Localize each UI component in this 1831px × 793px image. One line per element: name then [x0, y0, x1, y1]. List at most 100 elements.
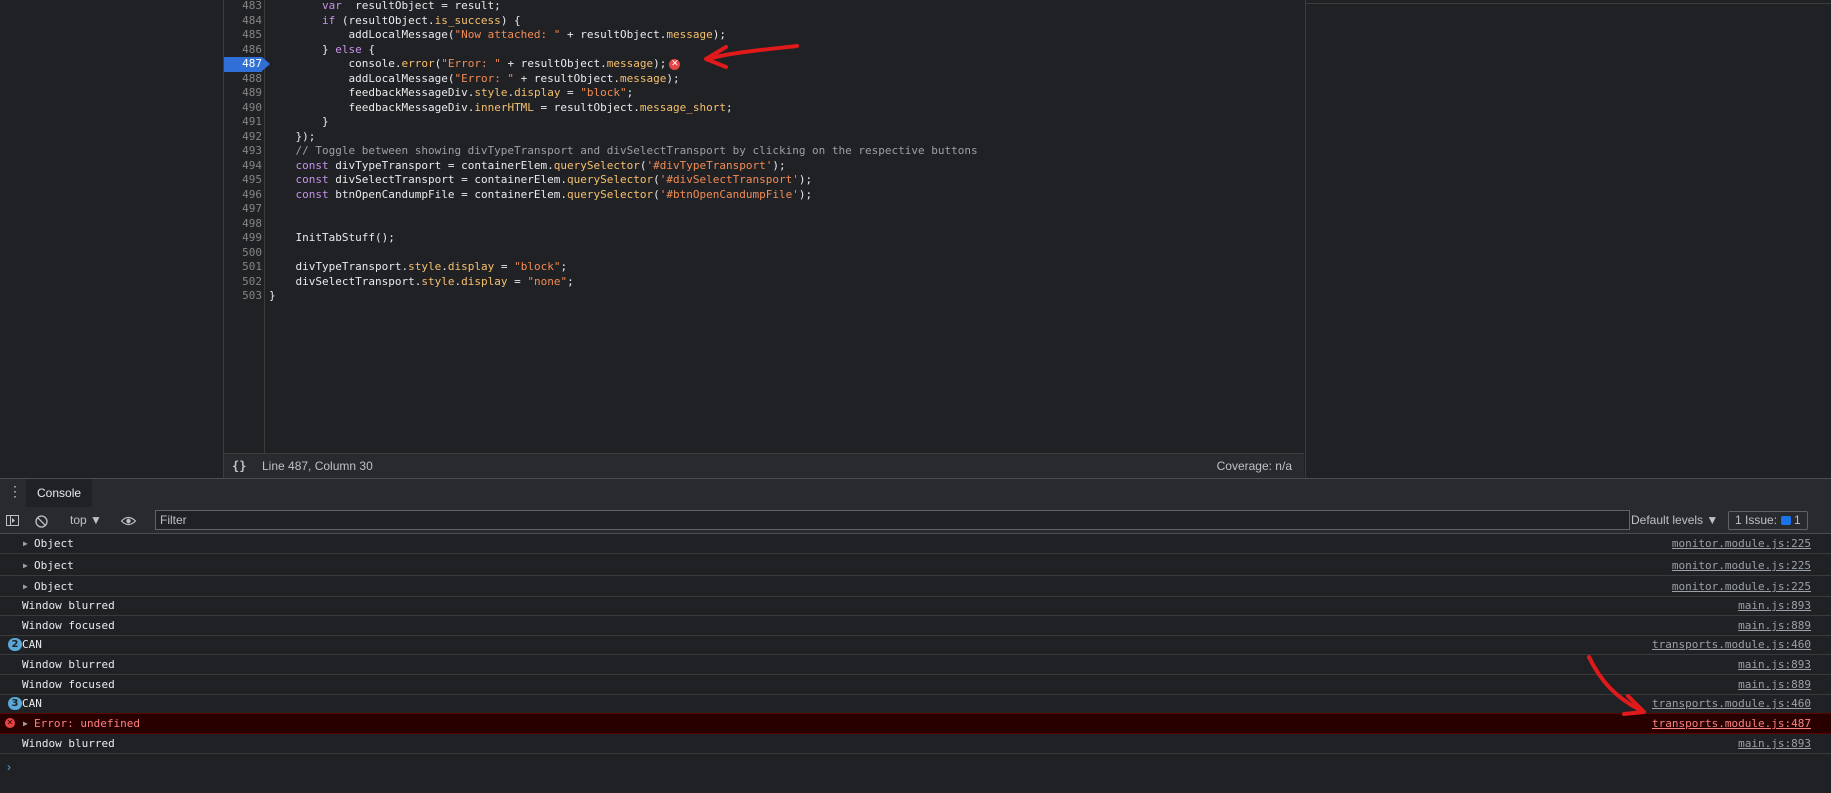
line-number[interactable]: 495	[224, 173, 262, 188]
line-number[interactable]: 488	[224, 72, 262, 87]
source-link[interactable]: transports.module.js:460	[1652, 635, 1811, 654]
line-number[interactable]: 502	[224, 275, 262, 290]
line-number[interactable]: 497	[224, 202, 262, 217]
code-token: message	[606, 57, 654, 70]
code-token: else	[335, 42, 362, 56]
code-editor[interactable]: 483 484 485 486 487 488 489 490 491 492 493 494 495 4…	[224, 0, 1304, 453]
source-link[interactable]: monitor.module.js:225	[1672, 556, 1811, 575]
console-message-text: Object	[34, 537, 74, 550]
console-row[interactable]: Window focused main.js:889	[0, 675, 1831, 695]
line-number[interactable]: 483	[224, 0, 262, 14]
line-number[interactable]: 500	[224, 246, 262, 261]
line-number[interactable]: 501	[224, 260, 262, 275]
code-line[interactable]: feedbackMessageDiv.innerHTML = resultObj…	[269, 100, 733, 116]
code-token: (	[653, 187, 660, 201]
code-line[interactable]: console.error("Error: " + resultObject.m…	[269, 57, 681, 72]
code-token: is_success	[434, 13, 501, 27]
source-link[interactable]: monitor.module.js:225	[1672, 577, 1811, 596]
code-line[interactable]: divSelectTransport.style.display = "none…	[269, 275, 574, 290]
console-row[interactable]: 3 CAN transports.module.js:460	[0, 694, 1831, 714]
console-messages[interactable]: ▶ Object monitor.module.js:225 ▶ Object monit…	[0, 534, 1831, 793]
code-token: divTypeTransport = containerElem.	[328, 158, 554, 172]
expand-triangle-icon[interactable]: ▶	[23, 556, 28, 575]
line-number[interactable]: 486	[224, 43, 262, 58]
code-token: "Error: "	[454, 71, 515, 85]
source-link[interactable]: transports.module.js:460	[1652, 694, 1811, 713]
issues-button[interactable]: 1 Issue: 1	[1728, 511, 1808, 530]
error-icon: ✕	[5, 718, 15, 728]
code-line[interactable]: feedbackMessageDiv.style.display = "bloc…	[269, 86, 633, 101]
source-link[interactable]: main.js:893	[1738, 596, 1811, 615]
code-line[interactable]: }	[269, 289, 276, 304]
console-row[interactable]: ▶ Object monitor.module.js:225	[0, 577, 1831, 597]
code-line[interactable]: divTypeTransport.style.display = "block"…	[269, 260, 568, 275]
console-row[interactable]: ▶ Object monitor.module.js:225	[0, 556, 1831, 576]
code-line[interactable]: const btnOpenCandumpFile = containerElem…	[269, 187, 813, 203]
line-number[interactable]: 499	[224, 231, 262, 246]
console-row[interactable]: Window blurred main.js:893	[0, 655, 1831, 675]
line-number[interactable]: 491	[224, 115, 262, 130]
code-line[interactable]: }	[269, 115, 329, 130]
code-token: ;	[726, 100, 733, 114]
line-number[interactable]: 493	[224, 144, 262, 159]
inline-error-icon[interactable]: ✕	[669, 58, 681, 70]
code-token: =	[507, 274, 528, 288]
code-line[interactable]: const divTypeTransport = containerElem.q…	[269, 159, 786, 174]
clear-console-icon[interactable]	[35, 507, 48, 533]
code-line[interactable]: addLocalMessage("Error: " + resultObject…	[269, 71, 679, 87]
code-token: {	[361, 42, 375, 56]
console-row[interactable]: Window focused main.js:889	[0, 616, 1831, 636]
line-number[interactable]: 496	[224, 188, 262, 203]
code-line[interactable]: });	[269, 130, 316, 145]
line-number-gutter[interactable]: 483 484 485 486 487 488 489 490 491 492 493 494 495 4…	[224, 0, 270, 453]
line-number[interactable]: 492	[224, 130, 262, 145]
source-link[interactable]: main.js:893	[1738, 655, 1811, 674]
source-link[interactable]: transports.module.js:487	[1652, 714, 1811, 733]
source-link[interactable]: monitor.module.js:225	[1672, 534, 1811, 553]
code-line[interactable]: const divSelectTransport = containerElem…	[269, 173, 813, 188]
line-number[interactable]: 503	[224, 289, 262, 304]
console-message-text: CAN	[22, 638, 42, 651]
tab-console[interactable]: Console	[26, 479, 93, 508]
line-number[interactable]: 498	[224, 217, 262, 232]
code-token: + resultObject.	[500, 57, 607, 70]
console-row[interactable]: ▶ Object monitor.module.js:225	[0, 534, 1831, 554]
source-link[interactable]: main.js:893	[1738, 734, 1811, 753]
code-line[interactable]: addLocalMessage("Now attached: " + resul…	[269, 28, 726, 43]
line-number[interactable]: 490	[224, 101, 262, 116]
file-navigator-pane	[0, 0, 224, 478]
more-tools-icon[interactable]: ⋮	[8, 483, 22, 500]
code-token: resultObject = result;	[341, 0, 501, 12]
javascript-context-select[interactable]: top ▼	[70, 507, 102, 533]
code-line[interactable]: // Toggle between showing divTypeTranspo…	[269, 144, 978, 159]
pretty-print-icon[interactable]: {}	[232, 454, 246, 479]
line-number[interactable]: 484	[224, 14, 262, 29]
expand-triangle-icon[interactable]: ▶	[23, 534, 28, 553]
console-toolbar: top ▼ Default levels ▼ 1 Issue: 1	[0, 507, 1831, 534]
line-number[interactable]: 494	[224, 159, 262, 174]
code-line[interactable]: if (resultObject.is_success) {	[269, 14, 521, 29]
line-number[interactable]: 489	[224, 86, 262, 101]
code-line[interactable]: } else {	[269, 43, 375, 58]
console-row[interactable]: 2 CAN transports.module.js:460	[0, 635, 1831, 655]
line-number[interactable]: 487	[224, 57, 270, 72]
live-expression-eye-icon[interactable]	[120, 507, 137, 533]
source-link[interactable]: main.js:889	[1738, 616, 1811, 635]
expand-triangle-icon[interactable]: ▶	[23, 714, 28, 733]
code-token: feedbackMessageDiv.	[348, 86, 475, 99]
line-number[interactable]: 485	[224, 28, 262, 43]
code-token: =	[494, 260, 515, 273]
console-row[interactable]: Window blurred main.js:893	[0, 734, 1831, 754]
source-link[interactable]: main.js:889	[1738, 675, 1811, 694]
console-error-row[interactable]: ✕ ▶ Error: undefined transports.module.js:4…	[0, 713, 1831, 734]
code-line[interactable]: var resultObject = result;	[269, 0, 501, 14]
console-prompt[interactable]: ›	[7, 760, 11, 774]
code-token: (resultObject.	[335, 13, 435, 27]
console-row[interactable]: Window blurred main.js:893	[0, 596, 1831, 616]
code-line[interactable]: InitTabStuff();	[269, 231, 395, 246]
log-levels-select[interactable]: Default levels ▼	[1631, 507, 1718, 533]
expand-triangle-icon[interactable]: ▶	[23, 577, 28, 596]
console-sidebar-toggle-icon[interactable]	[6, 507, 19, 533]
console-filter-input[interactable]	[155, 510, 1630, 530]
